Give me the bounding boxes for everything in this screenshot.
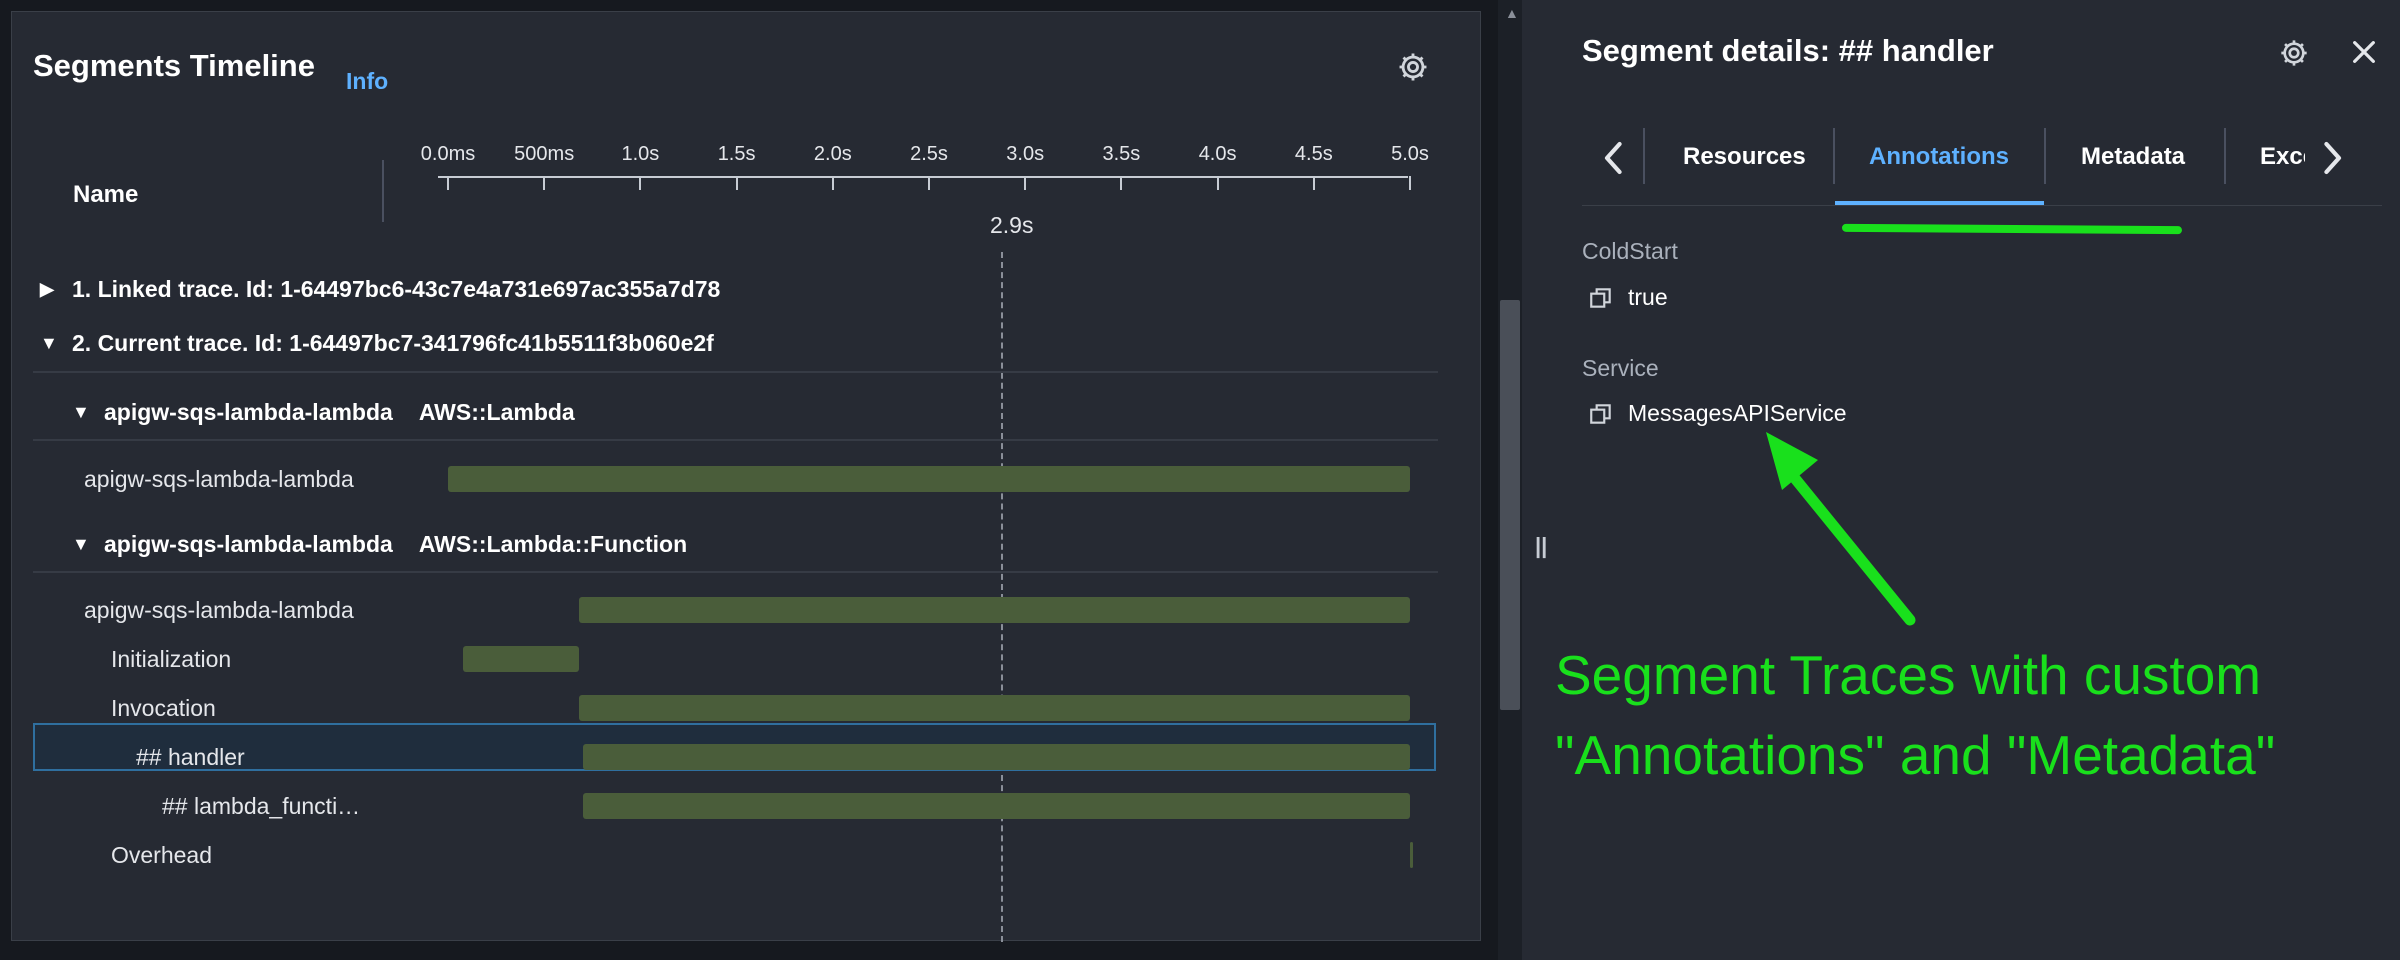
- group-row-lambda-function[interactable]: ▼ apigw-sqs-lambda-lambda AWS::Lambda::F…: [72, 531, 687, 558]
- axis-tick-label: 2.5s: [910, 143, 948, 165]
- segment-bar[interactable]: [582, 744, 1410, 770]
- axis-tick-label: 2.0s: [813, 143, 852, 165]
- axis-tick: [1312, 176, 1315, 190]
- group-type: AWS::Lambda: [418, 399, 575, 425]
- gear-icon[interactable]: [2278, 37, 2310, 69]
- segment-label[interactable]: Initialization: [111, 646, 231, 673]
- axis-tick-label: 1.0s: [621, 143, 660, 165]
- segment-bar[interactable]: [578, 597, 1410, 623]
- tab-divider: [1833, 128, 1835, 184]
- axis-tick-label: 1.5s: [717, 143, 756, 165]
- axis-tick-label: 500ms: [514, 143, 575, 165]
- caret-down-icon: ▼: [72, 402, 90, 422]
- row-divider: [33, 571, 1438, 573]
- group-name: apigw-sqs-lambda-lambda: [104, 531, 393, 557]
- tab-divider: [1643, 128, 1645, 184]
- tab-divider: [2224, 128, 2226, 184]
- time-axis: [438, 176, 1408, 178]
- segment-bar[interactable]: [582, 793, 1410, 819]
- resize-handle-icon[interactable]: ||: [1535, 533, 1547, 559]
- tab-exceptions-clip: Exce: [2250, 130, 2305, 180]
- axis-tick: [831, 176, 834, 190]
- segment-label[interactable]: apigw-sqs-lambda-lambda: [84, 597, 354, 624]
- axis-tick-label: 3.5s: [1102, 143, 1141, 165]
- trace-row-current[interactable]: ▼ 2. Current trace. Id: 1-64497bc7-34179…: [40, 330, 714, 357]
- axis-tick: [639, 176, 642, 190]
- axis-tick: [1024, 176, 1027, 190]
- row-divider: [33, 371, 1438, 373]
- axis-tick: [735, 176, 738, 190]
- group-type: AWS::Lambda::Function: [418, 531, 688, 557]
- scroll-up-icon[interactable]: ▲: [1505, 5, 1519, 21]
- axis-tick-label: 5.0s: [1391, 143, 1429, 165]
- tab-resources[interactable]: Resources: [1683, 143, 1806, 171]
- copy-icon[interactable]: [1588, 401, 1614, 427]
- segment-bar[interactable]: [463, 646, 579, 672]
- axis-tick: [1216, 176, 1219, 190]
- row-divider: [33, 439, 1438, 441]
- cursor-time-label: 2.9s: [990, 212, 1034, 238]
- overlay-caption: Segment Traces with custom "Annotations"…: [1555, 635, 2275, 795]
- group-name: apigw-sqs-lambda-lambda: [104, 399, 393, 425]
- axis-tick: [1120, 176, 1123, 190]
- segment-label[interactable]: ## handler: [136, 744, 245, 771]
- panel-title: Segments Timeline: [33, 48, 315, 83]
- segment-label[interactable]: ## lambda_functi…: [162, 793, 360, 820]
- segment-label[interactable]: apigw-sqs-lambda-lambda: [84, 466, 354, 493]
- caret-down-icon: ▼: [40, 333, 58, 353]
- column-divider[interactable]: [382, 160, 384, 222]
- tab-divider: [2044, 128, 2046, 184]
- close-icon[interactable]: [2348, 36, 2380, 68]
- segment-bar[interactable]: [578, 695, 1410, 721]
- segment-label[interactable]: Invocation: [111, 695, 216, 722]
- segment-bar[interactable]: [448, 466, 1410, 492]
- axis-tick: [928, 176, 930, 190]
- axis-tick-label: 4.0s: [1198, 143, 1237, 165]
- annotation-key: Service: [1582, 355, 1659, 381]
- active-tab-indicator: [1835, 201, 2044, 205]
- segment-label[interactable]: Overhead: [111, 842, 212, 869]
- info-link[interactable]: Info: [346, 68, 388, 95]
- tab-metadata[interactable]: Metadata: [2081, 143, 2185, 171]
- gear-icon[interactable]: [1396, 50, 1430, 84]
- overlay-caption-line: Segment Traces with custom: [1555, 644, 2262, 706]
- trace-label: 2. Current trace. Id: 1-64497bc7-341796f…: [72, 330, 714, 356]
- tab-exceptions[interactable]: Exce: [2260, 143, 2305, 171]
- axis-tick-label: 3.0s: [1006, 143, 1045, 165]
- annotation-value-row: true: [1588, 284, 1668, 311]
- chevron-left-icon[interactable]: [1600, 138, 1628, 178]
- name-column-header: Name: [73, 181, 139, 208]
- caret-down-icon: ▼: [72, 534, 90, 554]
- axis-tick-label: 0.0ms: [420, 143, 476, 165]
- axis-tick: [447, 176, 449, 190]
- axis-tick-label: 4.5s: [1294, 143, 1333, 165]
- scrollbar-thumb[interactable]: [1500, 300, 1520, 710]
- trace-label: 1. Linked trace. Id: 1-64497bc6-43c7e4a7…: [72, 276, 721, 302]
- copy-icon[interactable]: [1588, 285, 1614, 311]
- tab-annotations[interactable]: Annotations: [1869, 143, 2009, 171]
- group-row-lambda[interactable]: ▼ apigw-sqs-lambda-lambda AWS::Lambda: [72, 399, 575, 426]
- details-title: Segment details: ## handler: [1582, 33, 1994, 68]
- tab-baseline: [1582, 205, 2382, 206]
- caret-right-icon: ▶: [40, 279, 54, 299]
- overlay-caption-line: "Annotations" and "Metadata": [1555, 724, 2276, 786]
- segment-bar[interactable]: [1410, 842, 1413, 868]
- annotation-key: ColdStart: [1582, 238, 1678, 264]
- annotation-value: true: [1628, 284, 1668, 310]
- axis-tick: [1409, 176, 1411, 190]
- trace-row-linked[interactable]: ▶ 1. Linked trace. Id: 1-64497bc6-43c7e4…: [40, 276, 720, 303]
- chevron-right-icon[interactable]: [2318, 138, 2346, 178]
- axis-tick: [543, 176, 546, 190]
- arrow-annotation: [1766, 432, 1916, 626]
